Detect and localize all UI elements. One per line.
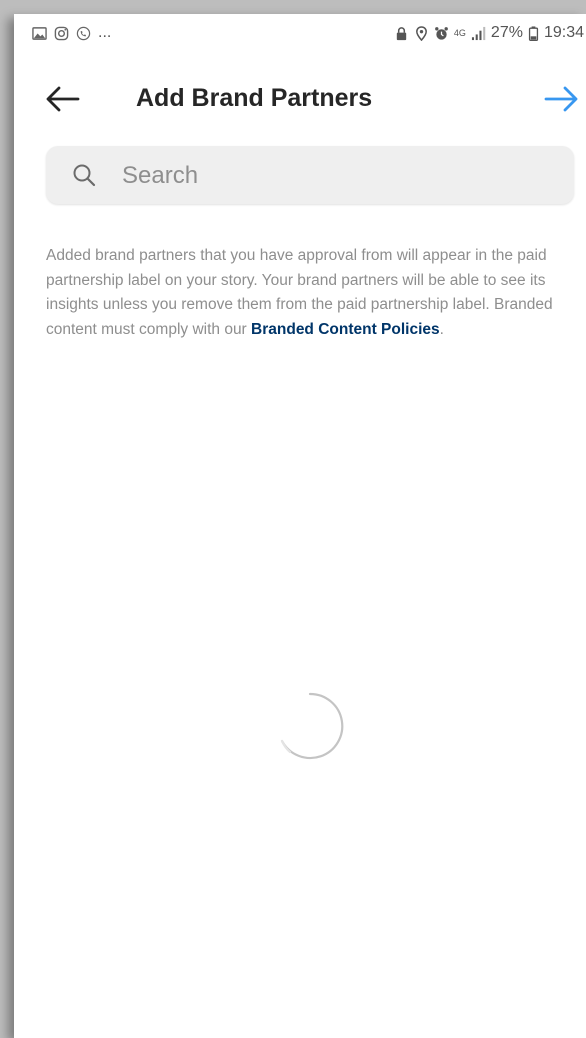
battery-icon: [528, 25, 539, 41]
next-button[interactable]: [542, 82, 582, 116]
branded-content-policies-link[interactable]: Branded Content Policies: [251, 321, 440, 338]
location-icon: [415, 25, 427, 41]
clock: 19:34: [543, 24, 584, 41]
phone-screen: ... 4G 27% 19:34 Add Brand Partners Sear…: [14, 14, 586, 1038]
search-bar[interactable]: [46, 146, 574, 204]
alarm-icon: [435, 26, 448, 40]
back-button[interactable]: [44, 82, 82, 116]
instagram-icon: [54, 26, 69, 40]
more-notifications-indicator: ...: [98, 24, 112, 41]
arrow-left-icon: [46, 86, 80, 112]
lock-icon: [396, 26, 407, 40]
battery-percent: 27%: [490, 24, 523, 41]
network-type-label: 4G: [453, 27, 466, 38]
brand-partners-description: Added brand partners that you have appro…: [46, 244, 576, 342]
spinner-icon: [280, 692, 344, 760]
page-title: Add Brand Partners: [136, 84, 373, 112]
search-input[interactable]: [120, 156, 554, 196]
status-bar-notifications: ...: [32, 24, 111, 42]
top-navigation-bar: Add Brand Partners: [14, 74, 586, 124]
arrow-right-icon: [544, 86, 578, 112]
description-suffix: .: [439, 320, 444, 338]
signal-icon: [471, 26, 486, 40]
status-bar: ... 4G 27% 19:34: [14, 14, 586, 54]
screenshot-frame: ... 4G 27% 19:34 Add Brand Partners Sear…: [0, 0, 586, 1038]
gallery-icon: [32, 26, 47, 40]
search-icon: [73, 164, 96, 187]
status-bar-system: 4G 27% 19:34: [394, 24, 584, 42]
call-icon: [76, 26, 91, 40]
